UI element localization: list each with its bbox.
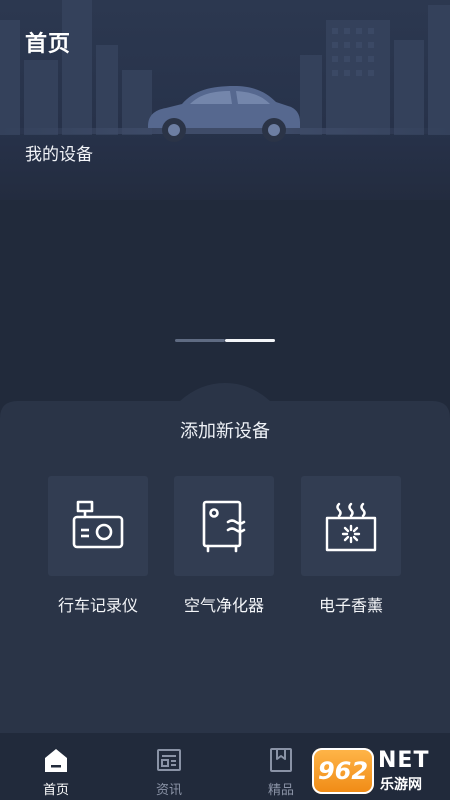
device-card-aroma-diffuser[interactable]: 电子香薰 xyxy=(301,476,401,616)
watermark-logo: 962 NET 乐游网 xyxy=(312,748,446,794)
device-card-air-purifier[interactable]: 空气净化器 xyxy=(174,476,274,616)
car-illustration xyxy=(148,86,300,142)
hero-banner: 首页 我的设备 xyxy=(0,0,450,200)
device-tile[interactable] xyxy=(174,476,274,576)
watermark-subtitle: 乐游网 xyxy=(380,777,422,793)
tab-news[interactable]: 资讯 xyxy=(134,746,204,798)
air-purifier-icon xyxy=(202,500,246,553)
tab-featured[interactable]: 精品 xyxy=(246,746,316,798)
watermark-brand: NET xyxy=(378,748,430,773)
add-device-title: 添加新设备 xyxy=(180,421,270,442)
dashcam-icon xyxy=(72,500,124,549)
device-label: 电子香薰 xyxy=(318,596,383,615)
watermark-badge: 962 xyxy=(312,748,374,794)
carousel-indicator[interactable] xyxy=(175,339,275,342)
bookmark-icon xyxy=(270,748,292,772)
device-tile[interactable] xyxy=(48,476,148,576)
device-label: 行车记录仪 xyxy=(57,596,138,615)
carousel-dot-2-active[interactable] xyxy=(225,339,275,342)
tab-label: 首页 xyxy=(42,783,69,798)
news-icon xyxy=(157,749,181,771)
device-label: 空气净化器 xyxy=(183,596,264,615)
home-icon xyxy=(45,749,67,772)
tab-label: 资讯 xyxy=(155,783,182,798)
carousel-dot-1[interactable] xyxy=(175,339,225,342)
device-card-dashcam[interactable]: 行车记录仪 xyxy=(48,476,148,616)
device-tile[interactable] xyxy=(301,476,401,576)
tab-home[interactable]: 首页 xyxy=(21,746,91,798)
aroma-diffuser-icon xyxy=(325,502,377,552)
my-devices-heading: 我的设备 xyxy=(25,145,93,165)
tab-label: 精品 xyxy=(267,783,294,798)
page-title: 首页 xyxy=(25,32,72,57)
